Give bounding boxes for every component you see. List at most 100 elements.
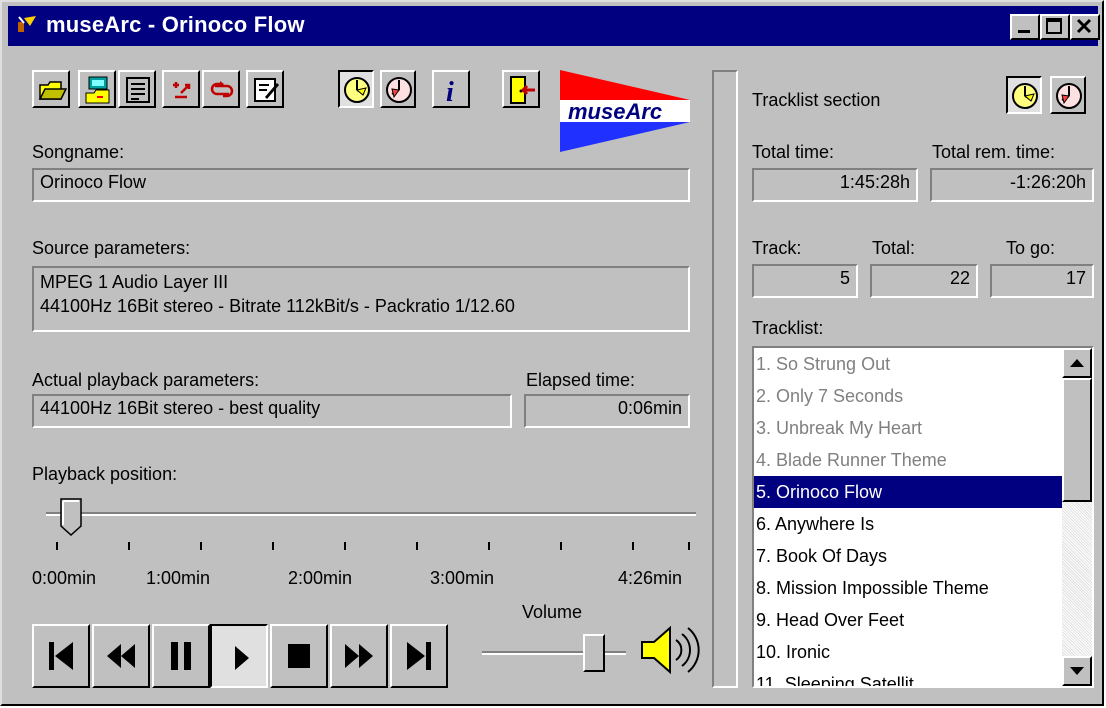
main-window: museArc - Orinoco Flow i museArc Songnam… — [0, 0, 1104, 706]
rewind-button[interactable] — [92, 624, 150, 688]
total-field: 22 — [870, 264, 978, 298]
app-icon — [18, 16, 36, 32]
svg-text:i: i — [446, 77, 454, 105]
edit-tags-icon — [254, 78, 279, 102]
play-button[interactable] — [210, 624, 268, 688]
source-quality-line: 44100Hz 16Bit stereo - Bitrate 112kBit/s… — [40, 296, 515, 316]
remaining-clock-icon — [386, 77, 412, 103]
logo-text: museArc — [568, 99, 662, 124]
track-item[interactable]: 8. Mission Impossible Theme — [754, 572, 1062, 604]
skip-to-end-button[interactable] — [390, 624, 448, 688]
maximize-button[interactable] — [1040, 14, 1070, 40]
total-label: Total: — [872, 238, 916, 258]
position-tick — [416, 542, 418, 550]
playlist-editor-icon — [126, 77, 150, 103]
playback-parameters-label: Actual playback parameters: — [32, 370, 260, 390]
close-icon — [1076, 18, 1092, 34]
slider-track — [46, 512, 696, 516]
info-button[interactable]: i — [432, 70, 470, 108]
tracklist-scrollbar[interactable] — [1062, 348, 1092, 686]
position-tick — [344, 542, 346, 550]
track-item[interactable]: 6. Anywhere Is — [754, 508, 1062, 540]
track-item[interactable]: 11. Sleeping Satellit — [754, 668, 1062, 686]
tracklist-section-title: Tracklist section — [752, 90, 881, 110]
position-tick — [632, 542, 634, 550]
position-tick — [200, 542, 202, 550]
stop-button[interactable] — [270, 624, 328, 688]
volume-label: Volume — [522, 602, 583, 622]
position-tick — [688, 542, 690, 550]
position-tick-label: 4:26min — [618, 568, 683, 588]
window-title: museArc - Orinoco Flow — [46, 12, 305, 37]
remaining-time-mode-button[interactable] — [380, 70, 416, 108]
to-go-field: 17 — [990, 264, 1094, 298]
songname-label: Songname: — [32, 142, 125, 162]
close-button[interactable] — [1070, 14, 1100, 40]
pause-button[interactable] — [152, 624, 210, 688]
position-tick-label: 0:00min — [32, 568, 97, 588]
open-folder-icon — [38, 81, 67, 100]
open-network-icon — [85, 76, 110, 104]
to-go-label: To go: — [1006, 238, 1056, 258]
scroll-up-button[interactable] — [1062, 348, 1092, 378]
fast-forward-icon — [345, 644, 373, 668]
minimize-icon — [1018, 30, 1030, 33]
skip-start-icon — [49, 642, 73, 670]
track-item[interactable]: 2. Only 7 Seconds — [754, 380, 1062, 412]
playback-position-slider[interactable] — [46, 498, 698, 538]
track-item[interactable]: 3. Unbreak My Heart — [754, 412, 1062, 444]
tracklist-remaining-mode-button[interactable] — [1050, 76, 1086, 114]
track-item[interactable]: 4. Blade Runner Theme — [754, 444, 1062, 476]
minimize-button[interactable] — [1010, 14, 1040, 40]
total-rem-time-field: -1:26:20h — [930, 168, 1094, 202]
tracklist-label: Tracklist: — [752, 318, 824, 338]
repeat-icon — [210, 81, 234, 98]
total-time-field: 1:45:28h — [752, 168, 918, 202]
playlist-editor-button[interactable] — [118, 70, 156, 108]
playback-position-label: Playback position: — [32, 464, 178, 484]
position-tick — [128, 542, 130, 550]
track-item[interactable]: 10. Ironic — [754, 636, 1062, 668]
title-bar[interactable]: museArc - Orinoco Flow — [8, 6, 1100, 46]
repeat-button[interactable] — [202, 70, 240, 108]
track-field: 5 — [752, 264, 858, 298]
source-parameters-field: MPEG 1 Audio Layer III 44100Hz 16Bit ste… — [32, 266, 690, 332]
open-network-button[interactable] — [78, 70, 116, 108]
arrow-down-icon — [1070, 667, 1084, 675]
track-item[interactable]: 1. So Strung Out — [754, 348, 1062, 380]
tracklist-elapsed-mode-button[interactable] — [1006, 76, 1042, 114]
shuffle-button[interactable] — [162, 70, 200, 108]
skip-to-start-button[interactable] — [32, 624, 90, 688]
playback-parameters-field: 44100Hz 16Bit stereo - best quality — [32, 394, 512, 428]
open-file-button[interactable] — [32, 70, 70, 108]
exit-door-icon — [510, 76, 535, 104]
track-label: Track: — [752, 238, 802, 258]
edit-tags-button[interactable] — [246, 70, 284, 108]
exit-button[interactable] — [502, 70, 540, 108]
tracklist-items: 1. So Strung Out 2. Only 7 Seconds 3. Unbr… — [754, 348, 1062, 686]
volume-thumb[interactable] — [583, 634, 605, 672]
logo-image: museArc — [560, 70, 690, 152]
pause-icon — [171, 642, 191, 670]
source-format-line: MPEG 1 Audio Layer III — [40, 272, 229, 292]
scroll-thumb[interactable] — [1062, 378, 1092, 502]
track-item[interactable]: 7. Book Of Days — [754, 540, 1062, 572]
info-icon: i — [446, 77, 454, 105]
elapsed-time-mode-button[interactable] — [338, 70, 374, 108]
total-time-label: Total time: — [752, 142, 835, 162]
tracklist-listbox[interactable]: 1. So Strung Out 2. Only 7 Seconds 3. Unbr… — [752, 346, 1094, 688]
track-item[interactable]: 9. Head Over Feet — [754, 604, 1062, 636]
total-rem-time-label: Total rem. time: — [932, 142, 1056, 162]
position-tick-label: 2:00min — [288, 568, 353, 588]
fast-forward-button[interactable] — [330, 624, 388, 688]
speaker-icon[interactable] — [638, 622, 700, 678]
volume-slider[interactable] — [482, 632, 630, 674]
track-item[interactable]: 5. Orinoco Flow — [754, 476, 1062, 508]
scroll-down-button[interactable] — [1062, 656, 1092, 686]
position-tick-label: 3:00min — [430, 568, 495, 588]
elapsed-clock-icon — [344, 77, 370, 103]
slider-thumb[interactable] — [60, 498, 82, 537]
rewind-icon — [107, 644, 135, 668]
position-tick — [56, 542, 58, 550]
position-tick-label: 1:00min — [146, 568, 211, 588]
